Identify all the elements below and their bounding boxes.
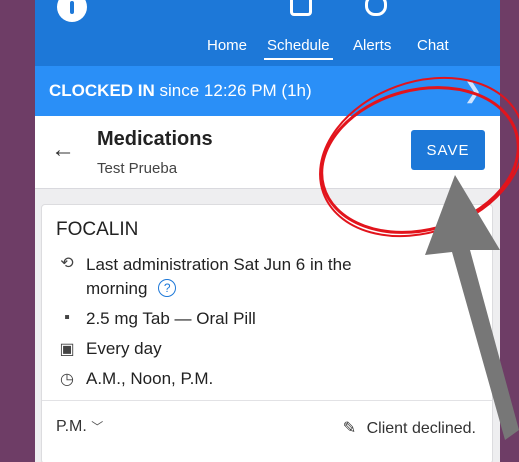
dosage-row: ▪ 2.5 mg Tab — Oral Pill xyxy=(56,309,256,329)
times-text: A.M., Noon, P.M. xyxy=(86,369,214,388)
tab-schedule[interactable]: Schedule xyxy=(264,37,333,60)
calendar-icon: ▣ xyxy=(59,341,75,358)
times-row: ◷ A.M., Noon, P.M. xyxy=(56,369,213,389)
chat-bubble-icon xyxy=(365,0,387,16)
clock-icon: ◷ xyxy=(60,371,74,388)
frequency-row: ▣ Every day xyxy=(56,339,162,359)
pill-bottle-icon: ▪ xyxy=(64,309,70,326)
clocked-since: since 12:26 PM (1h) xyxy=(159,81,312,100)
chevron-right-icon: ❯ xyxy=(463,78,482,103)
phone-screen: Home Schedule Alerts Chat CLOCKED IN sin… xyxy=(35,0,500,462)
medication-name: FOCALIN xyxy=(56,219,139,240)
page-header: ← Medications Test Prueba SAVE xyxy=(35,116,500,189)
clocked-in-banner[interactable]: CLOCKED IN since 12:26 PM (1h) ❯ xyxy=(35,66,500,116)
save-button[interactable]: SAVE xyxy=(411,130,485,170)
chevron-down-icon: ﹀ xyxy=(91,420,104,434)
tab-alerts[interactable]: Alerts xyxy=(353,37,391,54)
pencil-icon: ✎ xyxy=(342,420,357,437)
back-arrow-icon[interactable]: ← xyxy=(51,136,75,164)
tab-chat[interactable]: Chat xyxy=(417,37,449,54)
history-icon: ⟲ xyxy=(60,255,74,272)
tab-home[interactable]: Home xyxy=(207,37,247,54)
time-select-value: P.M. xyxy=(56,418,87,435)
clocked-status: CLOCKED IN xyxy=(49,81,155,100)
medication-card: FOCALIN ⟲ Last administration Sat Jun 6 … xyxy=(41,204,493,462)
time-select[interactable]: P.M. ﹀ xyxy=(56,418,103,436)
user-avatar[interactable] xyxy=(57,0,87,22)
last-administration-text: Last administration Sat Jun 6 in the xyxy=(86,255,352,274)
calendar-icon xyxy=(290,0,312,16)
declined-note[interactable]: ✎ Client declined. xyxy=(343,418,476,438)
last-administration-text-cont: morning xyxy=(86,279,148,298)
page-title: Medications xyxy=(97,128,213,150)
help-icon[interactable]: ? xyxy=(158,279,177,297)
divider xyxy=(42,400,492,401)
last-administration-row: ⟲ Last administration Sat Jun 6 in the m… xyxy=(56,253,416,301)
client-name: Test Prueba xyxy=(97,160,178,177)
dosage-text: 2.5 mg Tab — Oral Pill xyxy=(86,309,256,328)
frequency-text: Every day xyxy=(86,339,162,358)
top-navigation: Home Schedule Alerts Chat xyxy=(35,0,500,66)
declined-note-text: Client declined. xyxy=(366,420,476,437)
